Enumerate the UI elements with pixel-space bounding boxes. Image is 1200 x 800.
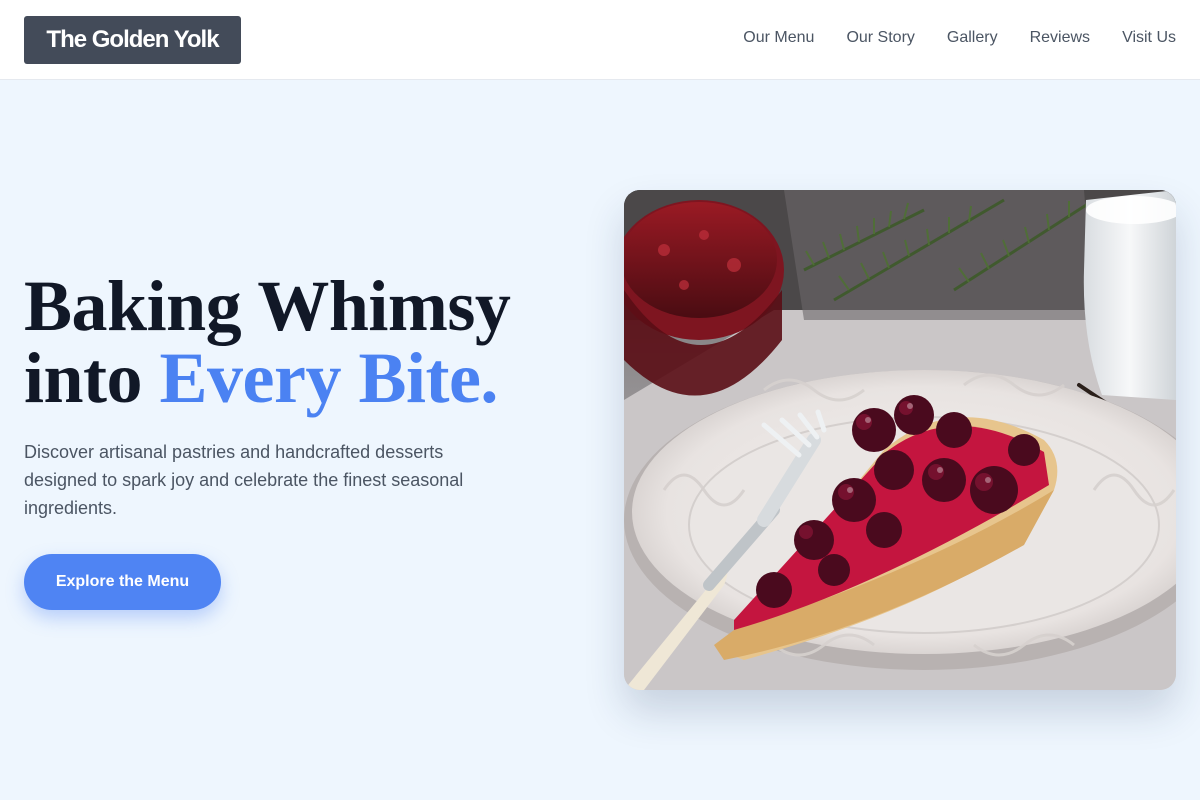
nav-link-gallery[interactable]: Gallery [947,28,998,48]
explore-menu-button[interactable]: Explore the Menu [24,554,221,610]
headline-line-1: Baking Whimsy [24,266,511,346]
nav-link-reviews[interactable]: Reviews [1030,28,1090,48]
main-nav: Our Menu Our Story Gallery Reviews Visit… [743,28,1176,48]
headline-line-2-prefix: into [24,338,160,418]
site-header: The Golden Yolk Our Menu Our Story Galle… [0,0,1200,80]
cherry-tart-photo [624,190,1176,690]
nav-link-visit[interactable]: Visit Us [1122,28,1176,48]
brand-logo[interactable]: The Golden Yolk [24,16,241,64]
nav-link-story[interactable]: Our Story [846,28,914,48]
hero-headline: Baking Whimsy into Every Bite. [24,270,511,414]
hero-image [624,190,1176,690]
headline-accent: Every Bite. [159,338,499,418]
nav-link-menu[interactable]: Our Menu [743,28,814,48]
hero-description: Discover artisanal pastries and handcraf… [24,442,464,518]
